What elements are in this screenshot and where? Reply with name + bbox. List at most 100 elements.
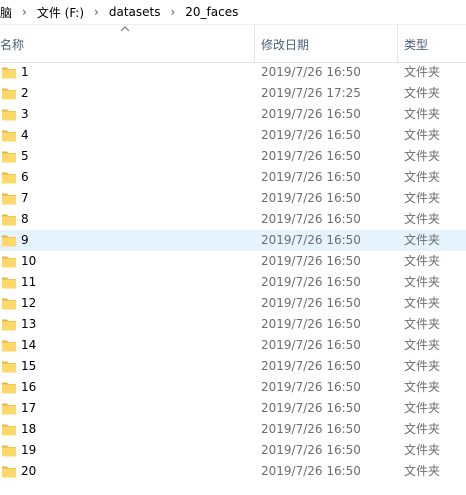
file-row[interactable]: 19 2019/7/26 16:50 文件夹 <box>0 440 466 461</box>
file-row[interactable]: 17 2019/7/26 16:50 文件夹 <box>0 398 466 419</box>
file-name: 8 <box>21 212 29 226</box>
file-name: 9 <box>21 233 29 247</box>
file-modified-date: 2019/7/26 16:50 <box>261 359 361 373</box>
file-modified-date: 2019/7/26 16:50 <box>261 464 361 478</box>
column-header-date[interactable]: 修改日期 <box>261 35 309 55</box>
file-modified-date: 2019/7/26 16:50 <box>261 191 361 205</box>
file-name: 20 <box>21 464 37 478</box>
file-type: 文件夹 <box>404 443 441 457</box>
folder-icon <box>2 403 16 415</box>
file-row[interactable]: 15 2019/7/26 16:50 文件夹 <box>0 356 466 377</box>
breadcrumb-item-datasets[interactable]: datasets <box>105 5 165 19</box>
file-modified-date: 2019/7/26 16:50 <box>261 380 361 394</box>
folder-icon <box>2 340 16 352</box>
file-type: 文件夹 <box>404 275 441 289</box>
file-type: 文件夹 <box>404 233 441 247</box>
file-row[interactable]: 8 2019/7/26 16:50 文件夹 <box>0 209 466 230</box>
file-type: 文件夹 <box>404 254 441 268</box>
file-modified-date: 2019/7/26 16:50 <box>261 233 361 247</box>
file-row[interactable]: 10 2019/7/26 16:50 文件夹 <box>0 251 466 272</box>
breadcrumb-item-drive[interactable]: 文件 (F:) <box>33 4 88 21</box>
file-modified-date: 2019/7/26 16:50 <box>261 317 361 331</box>
file-type: 文件夹 <box>404 359 441 373</box>
column-divider[interactable] <box>397 25 398 62</box>
folder-icon <box>2 382 16 394</box>
file-name: 5 <box>21 149 29 163</box>
file-type: 文件夹 <box>404 422 441 436</box>
folder-icon <box>2 277 16 289</box>
file-name: 10 <box>21 254 37 268</box>
folder-icon <box>2 67 16 79</box>
file-modified-date: 2019/7/26 16:50 <box>261 149 361 163</box>
file-modified-date: 2019/7/26 16:50 <box>261 107 361 121</box>
folder-icon <box>2 151 16 163</box>
breadcrumb: 脑 › 文件 (F:) › datasets › 20_faces <box>0 0 466 25</box>
folder-icon <box>2 361 16 373</box>
column-header-type[interactable]: 类型 <box>404 35 428 55</box>
file-name: 16 <box>21 380 37 394</box>
file-modified-date: 2019/7/26 16:50 <box>261 296 361 310</box>
folder-icon <box>2 214 16 226</box>
folder-icon <box>2 88 16 100</box>
file-type: 文件夹 <box>404 296 441 310</box>
folder-icon <box>2 319 16 331</box>
file-list: 1 2019/7/26 16:50 文件夹 2 2019/7/26 17:25 … <box>0 62 466 482</box>
file-type: 文件夹 <box>404 86 441 100</box>
chevron-right-icon[interactable]: › <box>88 5 105 19</box>
file-row[interactable]: 11 2019/7/26 16:50 文件夹 <box>0 272 466 293</box>
file-row[interactable]: 1 2019/7/26 16:50 文件夹 <box>0 62 466 83</box>
file-modified-date: 2019/7/26 16:50 <box>261 401 361 415</box>
file-row[interactable]: 16 2019/7/26 16:50 文件夹 <box>0 377 466 398</box>
file-row[interactable]: 14 2019/7/26 16:50 文件夹 <box>0 335 466 356</box>
file-type: 文件夹 <box>404 191 441 205</box>
breadcrumb-item-current[interactable]: 20_faces <box>181 5 242 19</box>
column-divider[interactable] <box>254 25 255 62</box>
file-modified-date: 2019/7/26 16:50 <box>261 128 361 142</box>
file-modified-date: 2019/7/26 16:50 <box>261 254 361 268</box>
folder-icon <box>2 109 16 121</box>
file-name: 12 <box>21 296 37 310</box>
file-name: 11 <box>21 275 37 289</box>
file-modified-date: 2019/7/26 16:50 <box>261 275 361 289</box>
chevron-right-icon[interactable]: › <box>164 5 181 19</box>
chevron-right-icon[interactable]: › <box>16 5 33 19</box>
file-row[interactable]: 9 2019/7/26 16:50 文件夹 <box>0 230 466 251</box>
file-modified-date: 2019/7/26 16:50 <box>261 212 361 226</box>
file-name: 15 <box>21 359 37 373</box>
file-type: 文件夹 <box>404 107 441 121</box>
file-type: 文件夹 <box>404 65 441 79</box>
file-type: 文件夹 <box>404 317 441 331</box>
file-row[interactable]: 2 2019/7/26 17:25 文件夹 <box>0 83 466 104</box>
file-name: 6 <box>21 170 29 184</box>
file-row[interactable]: 5 2019/7/26 16:50 文件夹 <box>0 146 466 167</box>
file-name: 17 <box>21 401 37 415</box>
folder-icon <box>2 256 16 268</box>
file-row[interactable]: 4 2019/7/26 16:50 文件夹 <box>0 125 466 146</box>
file-type: 文件夹 <box>404 149 441 163</box>
file-row[interactable]: 13 2019/7/26 16:50 文件夹 <box>0 314 466 335</box>
file-name: 4 <box>21 128 29 142</box>
file-row[interactable]: 12 2019/7/26 16:50 文件夹 <box>0 293 466 314</box>
chevron-up-icon[interactable] <box>120 25 130 33</box>
breadcrumb-item-pc[interactable]: 脑 <box>0 4 16 21</box>
file-row[interactable]: 6 2019/7/26 16:50 文件夹 <box>0 167 466 188</box>
folder-icon <box>2 424 16 436</box>
file-name: 1 <box>21 65 29 79</box>
file-name: 14 <box>21 338 37 352</box>
file-type: 文件夹 <box>404 212 441 226</box>
file-modified-date: 2019/7/26 16:50 <box>261 443 361 457</box>
column-header-name[interactable]: 名称 <box>0 35 24 55</box>
file-row[interactable]: 18 2019/7/26 16:50 文件夹 <box>0 419 466 440</box>
file-name: 7 <box>21 191 29 205</box>
file-type: 文件夹 <box>404 401 441 415</box>
file-type: 文件夹 <box>404 128 441 142</box>
file-modified-date: 2019/7/26 16:50 <box>261 338 361 352</box>
file-name: 13 <box>21 317 37 331</box>
file-modified-date: 2019/7/26 16:50 <box>261 65 361 79</box>
file-row[interactable]: 7 2019/7/26 16:50 文件夹 <box>0 188 466 209</box>
file-row[interactable]: 20 2019/7/26 16:50 文件夹 <box>0 461 466 482</box>
folder-icon <box>2 193 16 205</box>
file-name: 18 <box>21 422 37 436</box>
file-type: 文件夹 <box>404 380 441 394</box>
file-row[interactable]: 3 2019/7/26 16:50 文件夹 <box>0 104 466 125</box>
